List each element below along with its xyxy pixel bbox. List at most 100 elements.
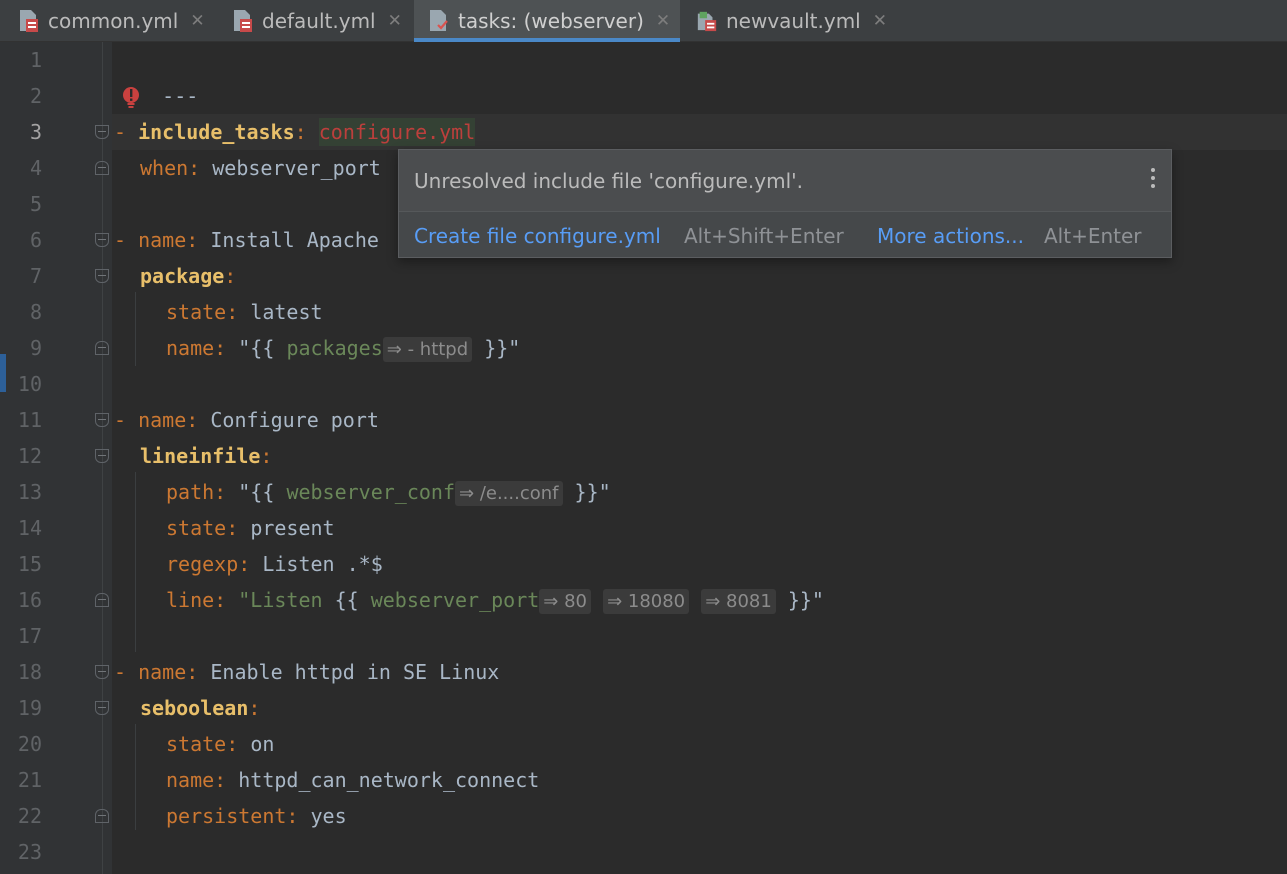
popup-actions-bar: Create file configure.yml Alt+Shift+Ente…: [399, 211, 1171, 257]
line-number: 1: [29, 48, 42, 72]
tab-common-yml[interactable]: common.yml ✕: [0, 0, 218, 42]
unresolved-include-value[interactable]: configure.yml: [318, 118, 476, 146]
tab-close-icon[interactable]: ✕: [873, 11, 887, 31]
fold-marker[interactable]: [95, 269, 109, 283]
colon: :: [186, 408, 211, 432]
tab-newvault-yml[interactable]: newvault.yml ✕: [680, 0, 910, 42]
colon: :: [214, 480, 239, 504]
line-number: 11: [17, 408, 42, 432]
colon: :: [186, 228, 211, 252]
line-number: 6: [29, 228, 42, 252]
more-actions-link[interactable]: More actions...: [877, 224, 1024, 248]
yaml-value: yes: [310, 804, 347, 828]
fold-marker[interactable]: [95, 341, 109, 355]
colon: :: [260, 444, 273, 468]
tab-close-icon[interactable]: ✕: [656, 11, 670, 31]
yaml-key: state: [166, 300, 227, 324]
yaml-key: state: [166, 732, 227, 756]
yaml-key: persistent: [166, 804, 287, 828]
yaml-key: name: [138, 228, 187, 252]
code-line-11: - name: Configure port: [114, 402, 379, 438]
fold-marker[interactable]: [95, 233, 109, 247]
fold-marker[interactable]: [95, 125, 109, 139]
indent-guide: [135, 472, 136, 652]
yaml-key: seboolean: [140, 696, 249, 720]
inlay-hint[interactable]: ⇒ 8081: [701, 589, 776, 614]
line-number: 12: [17, 444, 42, 468]
code-line-8: state: latest: [166, 294, 323, 330]
dash: -: [114, 120, 139, 144]
line-number-current: 3: [29, 120, 42, 144]
line-number: 7: [29, 264, 42, 288]
colon: :: [286, 804, 311, 828]
line-number: 4: [29, 156, 42, 180]
code-line-4: when: webserver_port: [140, 150, 381, 186]
code-line-16: line: "Listen {{ webserver_port ⇒ 80 ⇒ 18…: [166, 582, 824, 618]
fold-marker[interactable]: [95, 701, 109, 715]
line-number: 10: [17, 372, 42, 396]
fold-marker[interactable]: [95, 413, 109, 427]
tab-close-icon[interactable]: ✕: [190, 11, 204, 31]
colon: :: [186, 660, 211, 684]
jinja-brace: {{: [334, 588, 371, 612]
colon: :: [294, 120, 319, 144]
more-actions-shortcut: Alt+Enter: [1044, 224, 1142, 248]
line-number: 22: [17, 804, 42, 828]
yaml-value: latest: [250, 300, 323, 324]
line-number: 20: [17, 732, 42, 756]
fold-marker[interactable]: [95, 593, 109, 607]
code-line-13: path: "{{ webserver_conf ⇒ /e....conf }}": [166, 474, 611, 510]
colon: :: [226, 300, 251, 324]
tab-close-icon[interactable]: ✕: [388, 11, 402, 31]
yaml-key: name: [166, 768, 215, 792]
inlay-hint[interactable]: ⇒ /e....conf: [455, 481, 563, 506]
yaml-key: name: [138, 660, 187, 684]
yaml-key: regexp: [166, 552, 239, 576]
create-file-action-link[interactable]: Create file configure.yml: [414, 224, 661, 248]
inlay-hint[interactable]: ⇒ - httpd: [382, 337, 473, 362]
code-line-6: - name: Install Apache: [114, 222, 379, 258]
line-number: 8: [29, 300, 42, 324]
doc-start: ---: [162, 84, 199, 108]
more-options-icon[interactable]: [1147, 166, 1159, 190]
code-line-22: persistent: yes: [166, 798, 347, 834]
colon: :: [214, 768, 239, 792]
line-number: 21: [17, 768, 42, 792]
yaml-value: Install Apache: [210, 228, 379, 252]
vault-file-icon: [697, 11, 717, 32]
tab-label: common.yml: [48, 9, 179, 33]
indent-guide: [135, 724, 136, 830]
colon: :: [214, 588, 239, 612]
tab-label: default.yml: [262, 9, 376, 33]
indent-guide: [135, 292, 136, 366]
yaml-key: state: [166, 516, 227, 540]
colon: :: [214, 336, 239, 360]
line-number: 17: [17, 624, 42, 648]
line-number: 5: [29, 192, 42, 216]
line-number: 15: [17, 552, 42, 576]
yaml-value: Configure port: [210, 408, 379, 432]
colon: :: [188, 156, 213, 180]
jinja-variable: packages: [286, 336, 383, 360]
line-number: 23: [17, 840, 42, 864]
code-line-15: regexp: Listen .*$: [166, 546, 383, 582]
tab-default-yml[interactable]: default.yml ✕: [218, 0, 414, 42]
string-close: }}": [562, 480, 611, 504]
create-file-shortcut: Alt+Shift+Enter: [684, 224, 844, 248]
fold-marker[interactable]: [95, 449, 109, 463]
fold-marker[interactable]: [95, 161, 109, 175]
editor-tab-bar: common.yml ✕ default.yml ✕ tasks: (webse…: [0, 0, 1287, 42]
fold-marker[interactable]: [95, 665, 109, 679]
inlay-hint[interactable]: ⇒ 18080: [603, 589, 690, 614]
fold-marker[interactable]: [95, 809, 109, 823]
inspection-popup: Unresolved include file 'configure.yml'.…: [398, 149, 1172, 258]
tab-label: tasks: (webserver): [458, 9, 644, 33]
tab-tasks-webserver[interactable]: tasks: (webserver) ✕: [414, 0, 680, 42]
code-line-12: lineinfile:: [140, 438, 272, 474]
tab-label: newvault.yml: [726, 9, 861, 33]
line-number: 19: [17, 696, 42, 720]
string-open: "Listen: [238, 588, 335, 612]
tasks-file-icon: [430, 10, 448, 31]
inlay-hint[interactable]: ⇒ 80: [539, 589, 592, 614]
yaml-value: present: [250, 516, 335, 540]
